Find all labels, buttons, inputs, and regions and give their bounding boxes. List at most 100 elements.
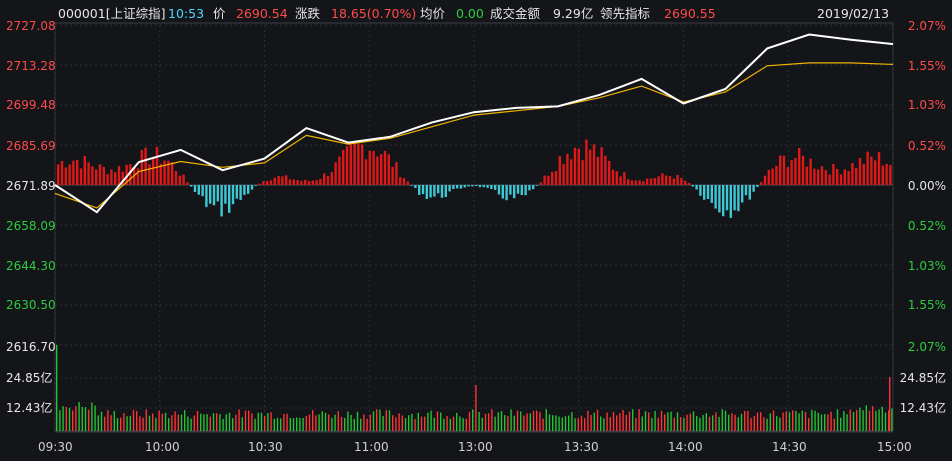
strength-bar <box>513 185 516 199</box>
volume-bar <box>75 406 77 431</box>
volume-bar <box>382 416 384 431</box>
volume-bar <box>193 415 195 431</box>
strength-bar <box>604 155 607 185</box>
volume-bar <box>683 417 685 431</box>
volume-bar <box>283 414 285 431</box>
strength-bar <box>611 169 615 185</box>
strength-bar <box>490 185 493 189</box>
strength-bar <box>687 182 691 185</box>
volume-bar <box>372 411 375 431</box>
time-tick: 10:00 <box>145 440 180 454</box>
strength-bar <box>657 176 660 185</box>
strength-bar <box>467 185 470 187</box>
strength-bar <box>516 185 520 194</box>
strength-bar <box>148 164 151 185</box>
volume-bar <box>369 414 371 431</box>
time-tick: 13:00 <box>458 440 493 454</box>
volume-bar <box>507 415 509 431</box>
strength-bar <box>782 155 786 185</box>
volume-bar <box>187 416 189 431</box>
volume-bar <box>657 417 659 431</box>
intraday-chart[interactable] <box>0 0 952 461</box>
strength-bar <box>372 150 375 185</box>
time-tick: 09:30 <box>38 440 73 454</box>
strength-bar <box>437 185 440 194</box>
percent-tick: 0.52% <box>907 219 946 233</box>
volume-bar <box>840 417 842 431</box>
volume-bar <box>734 414 736 431</box>
strength-bar <box>642 181 645 185</box>
volume-bar <box>209 416 211 431</box>
volume-bar <box>331 417 333 431</box>
strength-bar <box>817 169 820 185</box>
strength-bar <box>342 149 345 185</box>
volume-bar <box>523 415 525 431</box>
volume-bar <box>889 377 891 431</box>
volume-bar <box>552 415 554 431</box>
volume-bar <box>788 412 791 431</box>
strength-bar <box>140 150 143 185</box>
strength-bar <box>262 181 265 185</box>
strength-bar <box>737 185 740 212</box>
strength-bar <box>440 185 444 198</box>
volume-bar <box>673 417 675 431</box>
strength-bar <box>258 183 261 185</box>
strength-bar <box>357 143 360 185</box>
volume-bar <box>574 418 576 431</box>
strength-bar <box>524 185 527 196</box>
strength-bar <box>254 185 257 186</box>
strength-bar <box>543 175 546 185</box>
strength-bar <box>638 180 641 185</box>
volume-bar <box>436 411 439 431</box>
volume-bar <box>376 409 378 431</box>
volume-bar <box>564 416 567 431</box>
volume-bar <box>337 411 339 431</box>
volume-bar <box>865 405 867 431</box>
strength-bar <box>79 168 83 185</box>
volume-bar <box>110 415 112 431</box>
volume-bar <box>350 415 352 431</box>
strength-bar <box>243 185 246 195</box>
strength-bar <box>152 157 155 185</box>
volume-bar <box>404 418 407 431</box>
volume-bar <box>526 413 528 431</box>
volume-bar <box>619 413 621 431</box>
strength-bar <box>87 162 90 185</box>
volume-bar <box>196 410 199 431</box>
strength-bar <box>338 156 341 185</box>
strength-bar <box>494 185 497 190</box>
strength-bar <box>418 185 421 195</box>
volume-bar <box>638 409 640 431</box>
volume-tick: 24.85亿 <box>899 371 946 385</box>
strength-bar <box>847 171 850 185</box>
volume-bar <box>798 413 800 431</box>
strength-bar <box>649 178 653 185</box>
strength-bar <box>733 185 736 211</box>
chart-grid <box>54 22 894 433</box>
volume-bar <box>219 414 221 431</box>
volume-bar <box>539 412 541 431</box>
price-tick: 2644.30 <box>6 259 56 273</box>
volume-bar <box>830 411 832 431</box>
volume-bar <box>660 410 663 431</box>
volume-bar <box>280 418 282 431</box>
strength-bar <box>794 158 797 185</box>
volume-bar <box>363 414 365 431</box>
volume-bar <box>97 415 99 431</box>
strength-bar <box>190 185 193 187</box>
strength-bar <box>539 182 542 185</box>
volume-bar <box>513 415 515 431</box>
strength-bar <box>452 185 455 189</box>
strength-bar <box>801 155 805 185</box>
price-tick: 2713.28 <box>6 59 56 73</box>
volume-bar <box>510 409 512 431</box>
volume-bar <box>740 413 743 431</box>
volume-bar <box>520 411 522 431</box>
volume-bar <box>136 411 138 431</box>
strength-bar <box>311 180 314 185</box>
strength-bar <box>182 174 185 185</box>
percent-tick: 2.07% <box>907 340 946 354</box>
volume-bar <box>856 410 858 431</box>
volume-bar <box>494 416 496 431</box>
volume-bar <box>145 409 147 431</box>
